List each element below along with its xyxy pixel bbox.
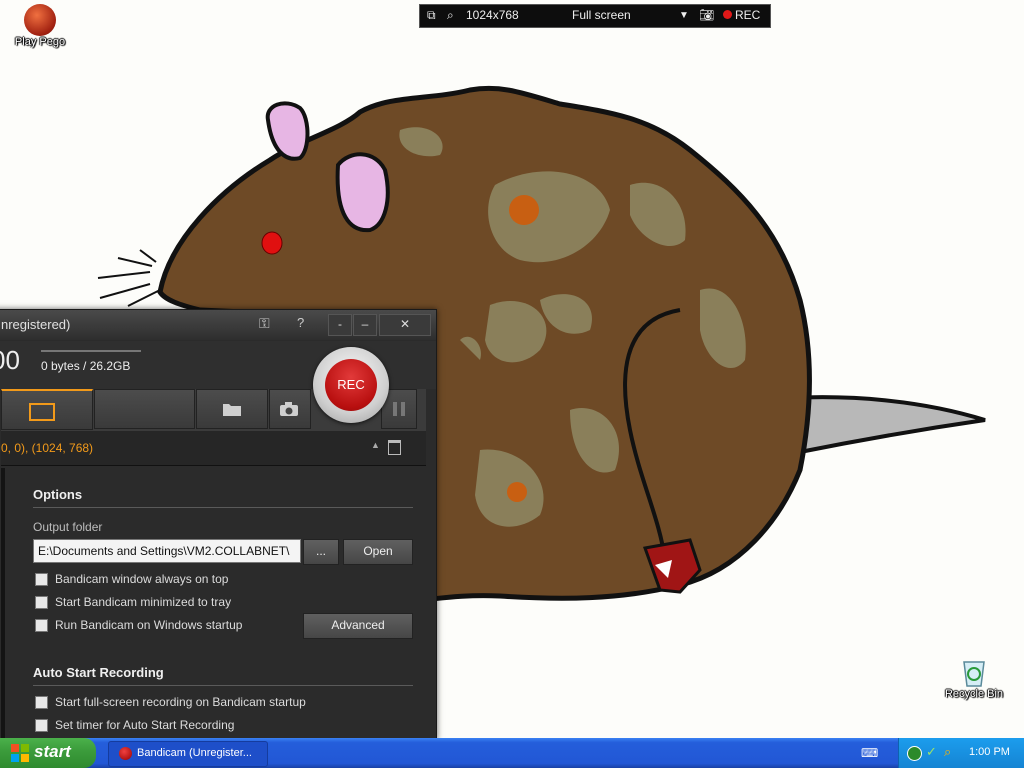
window-title: nregistered) bbox=[1, 317, 71, 332]
play-pego-shortcut[interactable]: Play Pego bbox=[0, 4, 80, 48]
checkbox-label: Set timer for Auto Start Recording bbox=[55, 718, 235, 732]
taskbar-item-bandicam[interactable]: Bandicam (Unregister... bbox=[108, 741, 268, 767]
region-coordinates: 0, 0), (1024, 768) bbox=[1, 441, 94, 455]
always-on-top-checkbox[interactable] bbox=[35, 573, 48, 586]
minimize-button[interactable]: – bbox=[353, 314, 377, 336]
checkbox-label: Bandicam window always on top bbox=[55, 572, 229, 586]
close-button[interactable]: ✕ bbox=[379, 314, 431, 336]
progress-line bbox=[41, 350, 141, 352]
side-strip bbox=[1, 468, 5, 739]
rec-label[interactable]: REC bbox=[735, 8, 760, 22]
system-tray: ✓ ⌕ 1:00 PM bbox=[898, 738, 1024, 768]
taskbar: start Bandicam (Unregister... ⌨ ✓ ⌕ 1:00… bbox=[0, 738, 1024, 768]
mini-mode-button[interactable]: - bbox=[328, 314, 352, 336]
folder-icon bbox=[223, 404, 241, 416]
recording-toolbar: ⧉ ⌕ 1024x768 Full screen ▼ 📷︎ REC bbox=[419, 4, 771, 28]
timer: 00 bbox=[0, 345, 20, 375]
resolution-label: 1024x768 bbox=[466, 8, 519, 22]
tab-game-mode[interactable] bbox=[94, 389, 195, 429]
open-button[interactable]: Open bbox=[343, 539, 413, 565]
window-restore-icon[interactable] bbox=[388, 440, 401, 455]
section-divider bbox=[33, 507, 413, 508]
keyboard-icon[interactable]: ⌨ bbox=[861, 746, 878, 760]
region-bar: 0, 0), (1024, 768) ▲ bbox=[1, 431, 426, 466]
file-size: 0 bytes / 26.2GB bbox=[41, 359, 131, 373]
auto-start-fullscreen-checkbox[interactable] bbox=[35, 696, 48, 709]
pause-icon bbox=[401, 402, 405, 416]
collapse-icon[interactable]: ▲ bbox=[371, 440, 380, 450]
browse-button[interactable]: ... bbox=[303, 539, 339, 565]
network-icon[interactable] bbox=[907, 746, 922, 761]
tab-screen-mode[interactable] bbox=[1, 389, 93, 430]
window-icon[interactable]: ⧉ bbox=[427, 8, 436, 23]
key-icon[interactable]: ⚿ bbox=[259, 315, 270, 332]
record-dot-icon bbox=[723, 10, 732, 19]
advanced-button[interactable]: Advanced bbox=[303, 613, 413, 639]
zoom-icon[interactable]: ⌕ bbox=[447, 8, 454, 23]
screen-rect-icon bbox=[29, 403, 55, 421]
pause-icon bbox=[393, 402, 397, 416]
run-on-startup-checkbox[interactable] bbox=[35, 619, 48, 632]
camera-icon bbox=[280, 402, 298, 416]
recycle-bin-shortcut[interactable]: Recycle Bin bbox=[934, 656, 1014, 700]
rec-button-label: REC bbox=[325, 359, 377, 411]
start-button[interactable]: start bbox=[0, 738, 96, 768]
start-label: start bbox=[34, 742, 71, 761]
recycle-bin-icon bbox=[963, 661, 985, 687]
dropdown-icon[interactable]: ▼ bbox=[679, 10, 689, 21]
tab-folder[interactable] bbox=[196, 389, 268, 429]
options-title: Options bbox=[33, 487, 83, 502]
auto-start-timer-checkbox[interactable] bbox=[35, 719, 48, 732]
tab-screenshot[interactable] bbox=[269, 389, 311, 429]
bandicam-icon bbox=[119, 747, 132, 760]
capture-mode-label[interactable]: Full screen bbox=[572, 8, 631, 22]
camera-icon[interactable]: 📷︎ bbox=[699, 8, 714, 22]
taskbar-item-label: Bandicam (Unregister... bbox=[137, 747, 252, 759]
search-icon[interactable]: ⌕ bbox=[944, 744, 951, 760]
checkbox-label: Start Bandicam minimized to tray bbox=[55, 595, 232, 609]
desktop-icon-label: Play Pego bbox=[14, 36, 66, 48]
clock[interactable]: 1:00 PM bbox=[969, 746, 1010, 758]
desktop-icon-label: Recycle Bin bbox=[944, 688, 1004, 700]
rec-button[interactable]: REC bbox=[313, 347, 389, 423]
checkbox-label: Run Bandicam on Windows startup bbox=[55, 618, 243, 632]
auto-start-title: Auto Start Recording bbox=[33, 665, 164, 680]
checkbox-label: Start full-screen recording on Bandicam … bbox=[55, 695, 306, 709]
help-icon[interactable]: ? bbox=[297, 315, 304, 330]
output-folder-field[interactable] bbox=[33, 539, 301, 563]
output-folder-label: Output folder bbox=[33, 520, 103, 534]
start-minimized-checkbox[interactable] bbox=[35, 596, 48, 609]
play-pego-icon bbox=[24, 4, 56, 36]
title-bar[interactable]: nregistered) ⚿ ? - – ✕ bbox=[0, 310, 436, 340]
security-icon[interactable]: ✓ bbox=[926, 744, 937, 760]
options-panel: Options Output folder ... Open Bandicam … bbox=[1, 468, 426, 739]
windows-logo-icon bbox=[11, 744, 29, 762]
section-divider bbox=[33, 685, 413, 686]
